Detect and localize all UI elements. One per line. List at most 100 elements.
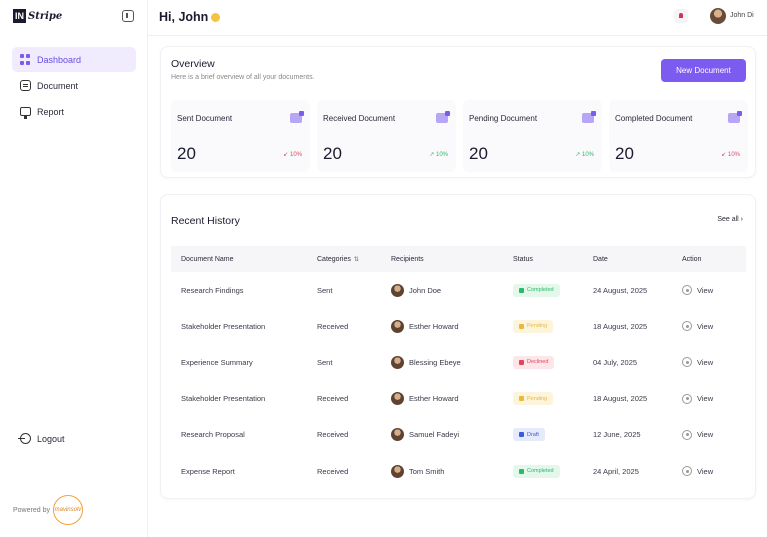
overview-subtitle: Here is a brief overview of all your doc… bbox=[171, 74, 315, 81]
user-name[interactable]: John Di bbox=[730, 12, 754, 19]
column-header-recipients: Recipients bbox=[391, 255, 424, 263]
stat-value: 20 bbox=[323, 144, 342, 163]
eye-icon bbox=[682, 393, 692, 404]
stat-label: Received Document bbox=[323, 114, 396, 123]
recipient-name: Esther Howard bbox=[409, 321, 459, 331]
recipient-name: Blessing Ebeye bbox=[409, 357, 461, 367]
avatar[interactable] bbox=[710, 8, 726, 24]
document-name: Experience Summary bbox=[181, 357, 253, 367]
category: Received bbox=[317, 430, 349, 440]
column-header-action: Action bbox=[682, 255, 702, 263]
status-badge: Declined bbox=[513, 355, 555, 369]
view-label: View bbox=[697, 357, 714, 367]
powered-by-label: Powered by bbox=[13, 506, 50, 514]
top-header: Hi, John John Di bbox=[148, 0, 767, 36]
logout-icon bbox=[18, 433, 31, 444]
logout-button[interactable]: Logout bbox=[18, 433, 65, 444]
recipient-cell: Tom Smith bbox=[381, 453, 503, 489]
history-table: Document Name Categories ⇅ Recipients Sta… bbox=[171, 246, 746, 489]
column-header-date: Date bbox=[593, 255, 608, 263]
sidebar: IN Stripe Dashboard Document Report Logo… bbox=[0, 0, 148, 537]
view-button[interactable]: View bbox=[672, 308, 746, 344]
logo-mark: IN bbox=[13, 9, 26, 23]
recipient-name: Samuel Fadeyi bbox=[409, 430, 460, 440]
column-header-status: Status bbox=[513, 255, 533, 263]
stat-value: 20 bbox=[615, 144, 634, 163]
document-stat-icon bbox=[290, 111, 304, 123]
status-cell: Declined bbox=[503, 344, 583, 380]
sidebar-nav: Dashboard Document Report bbox=[12, 47, 136, 125]
eye-icon bbox=[682, 321, 692, 332]
avatar bbox=[391, 392, 404, 406]
stat-card-completed[interactable]: Completed Document 20 ↙ 10% bbox=[609, 100, 748, 172]
app-logo[interactable]: IN Stripe bbox=[13, 9, 62, 23]
view-label: View bbox=[697, 466, 714, 476]
column-header-categories[interactable]: Categories ⇅ bbox=[307, 246, 381, 272]
view-button[interactable]: View bbox=[672, 417, 746, 453]
view-button[interactable]: View bbox=[672, 272, 746, 308]
date: 24 April, 2025 bbox=[593, 466, 639, 476]
date: 24 August, 2025 bbox=[593, 285, 648, 295]
status-icon bbox=[519, 287, 524, 293]
document-icon bbox=[20, 80, 31, 91]
status-text: Pending bbox=[527, 323, 548, 330]
eye-icon bbox=[682, 429, 692, 440]
recipient-name: Esther Howard bbox=[409, 394, 459, 404]
view-label: View bbox=[697, 285, 714, 295]
stat-label: Completed Document bbox=[615, 114, 693, 123]
table-header-row: Document Name Categories ⇅ Recipients Sta… bbox=[171, 246, 746, 272]
table-row: Expense Report Received Tom Smith Comple… bbox=[171, 453, 746, 489]
view-button[interactable]: View bbox=[672, 344, 746, 380]
stat-card-received[interactable]: Received Document 20 ↗ 10% bbox=[317, 100, 456, 172]
sidebar-collapse-icon[interactable] bbox=[122, 10, 134, 22]
avatar bbox=[391, 428, 404, 442]
new-document-button[interactable]: New Document bbox=[661, 59, 746, 82]
date: 12 June, 2025 bbox=[593, 430, 641, 440]
status-icon bbox=[519, 432, 524, 438]
logout-label: Logout bbox=[37, 433, 65, 444]
stat-card-sent[interactable]: Sent Document 20 ↙ 10% bbox=[171, 100, 310, 172]
table-row: Experience Summary Sent Blessing Ebeye D… bbox=[171, 344, 746, 380]
view-button[interactable]: View bbox=[672, 381, 746, 417]
status-badge: Pending bbox=[513, 319, 554, 333]
recipient-name: John Doe bbox=[409, 285, 442, 295]
stat-trend: ↗ 10% bbox=[575, 152, 594, 158]
sidebar-item-document[interactable]: Document bbox=[12, 73, 136, 98]
category: Received bbox=[317, 466, 349, 476]
see-all-link[interactable]: See all › bbox=[717, 216, 743, 223]
powered-by: Powered by mavinsolv bbox=[13, 495, 83, 525]
recipient-cell: Samuel Fadeyi bbox=[381, 417, 503, 453]
eye-icon bbox=[682, 285, 692, 296]
category: Sent bbox=[317, 357, 333, 367]
status-cell: Completed bbox=[503, 453, 583, 489]
status-cell: Pending bbox=[503, 308, 583, 344]
sort-icon[interactable]: ⇅ bbox=[354, 257, 359, 263]
status-icon bbox=[519, 396, 524, 402]
status-cell: Completed bbox=[503, 272, 583, 308]
notification-icon[interactable] bbox=[674, 9, 688, 23]
view-label: View bbox=[697, 394, 714, 404]
status-badge: Pending bbox=[513, 392, 554, 406]
eye-icon bbox=[682, 357, 692, 368]
document-name: Research Proposal bbox=[181, 430, 245, 440]
logo-text: Stripe bbox=[28, 10, 63, 22]
view-label: View bbox=[697, 430, 714, 440]
stat-value: 20 bbox=[469, 144, 488, 163]
avatar bbox=[391, 464, 404, 478]
recipient-cell: Blessing Ebeye bbox=[381, 344, 503, 380]
category: Received bbox=[317, 321, 349, 331]
grid-icon bbox=[20, 54, 31, 65]
avatar bbox=[391, 319, 404, 333]
status-text: Declined bbox=[527, 359, 549, 366]
recipient-cell: Esther Howard bbox=[381, 308, 503, 344]
stat-card-pending[interactable]: Pending Document 20 ↗ 10% bbox=[463, 100, 602, 172]
table-row: Stakeholder Presentation Received Esther… bbox=[171, 381, 746, 417]
document-name: Research Findings bbox=[181, 285, 244, 295]
powered-brand-logo[interactable]: mavinsolv bbox=[52, 495, 83, 525]
column-header-document-name: Document Name bbox=[181, 255, 234, 263]
document-name: Expense Report bbox=[181, 466, 235, 476]
stat-label: Pending Document bbox=[469, 114, 538, 123]
sidebar-item-dashboard[interactable]: Dashboard bbox=[12, 47, 136, 72]
sidebar-item-report[interactable]: Report bbox=[12, 99, 136, 124]
view-button[interactable]: View bbox=[672, 453, 746, 489]
